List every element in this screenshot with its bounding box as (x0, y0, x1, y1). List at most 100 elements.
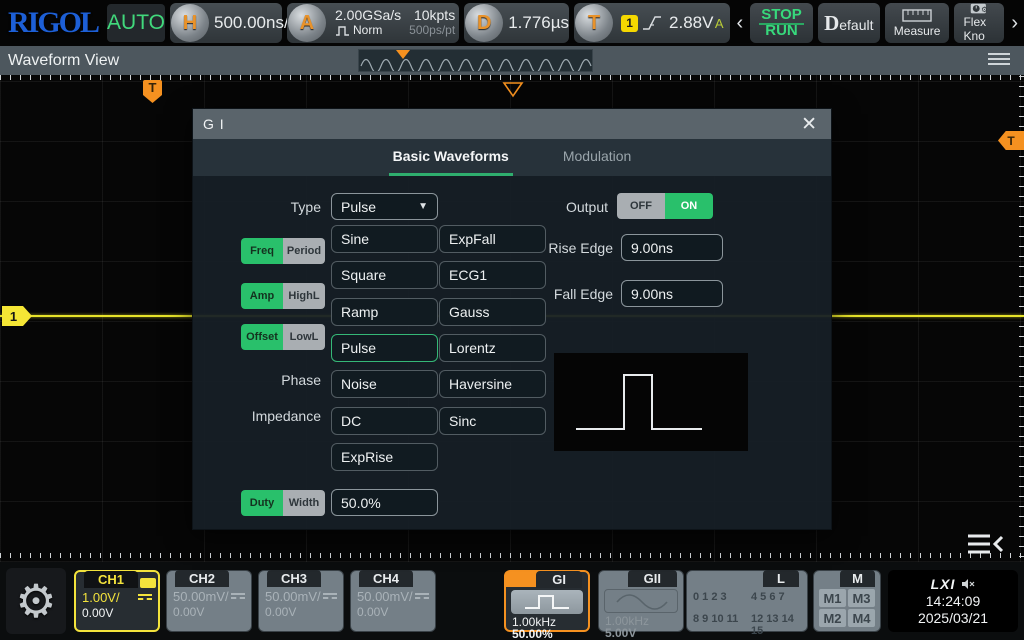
output-on[interactable]: ON (665, 193, 713, 219)
math-card[interactable]: M M1 M3 M2 M4 (813, 570, 881, 632)
duty-option[interactable]: Duty (241, 490, 283, 516)
waveform-option-gauss[interactable]: Gauss (439, 298, 546, 326)
waveform-view-bar: Waveform View (0, 46, 1024, 75)
sample-rate: 2.00GSa/s (335, 8, 401, 23)
measure-label: Measure (894, 24, 941, 38)
math1-button[interactable]: M1 (819, 589, 846, 607)
waveform-preview (554, 353, 748, 451)
channel4-card[interactable]: CH4 50.00mV/ 0.00V (350, 570, 436, 632)
freq-option[interactable]: Freq (241, 238, 283, 264)
generator1-tab[interactable]: GI (536, 571, 582, 588)
generator1-duty: 50.00% (512, 627, 553, 640)
duty-width-toggle[interactable]: Duty Width (241, 490, 325, 516)
channel3-tab[interactable]: CH3 (267, 570, 321, 587)
waveform-option-lorentz[interactable]: Lorentz (439, 334, 546, 362)
horizontal-scale: 500.00ns/ (214, 13, 289, 33)
waveform-option-haversine[interactable]: Haversine (439, 370, 546, 398)
clock-time: 14:24:09 (926, 593, 981, 610)
fall-edge-input[interactable]: 9.00ns (621, 280, 723, 307)
duty-input[interactable]: 50.0% (331, 489, 438, 516)
logic-tab[interactable]: L (763, 570, 799, 587)
channel1-tab[interactable]: CH1 (84, 571, 138, 588)
rise-edge-label: Rise Edge (543, 240, 613, 256)
channel3-card[interactable]: CH3 50.00mV/ 0.00V (258, 570, 344, 632)
waveform-option-sinc[interactable]: Sinc (439, 407, 546, 435)
delay-settings[interactable]: D 1.776µs (464, 3, 569, 43)
channel2-scale: 50.00mV/ (173, 589, 229, 604)
rising-edge-icon (641, 13, 663, 33)
type-dropdown[interactable]: Pulse ▼ (331, 193, 438, 220)
waveform-option-dc[interactable]: DC (331, 407, 438, 435)
speaker-mute-icon (961, 578, 975, 590)
trigger-position-flag[interactable]: T (143, 80, 162, 103)
amp-option[interactable]: Amp (241, 283, 283, 309)
collapse-menu-icon[interactable] (964, 531, 1006, 557)
waveform-option-exprise[interactable]: ExpRise (331, 443, 438, 471)
toolbar-scroll-left[interactable]: ‹ (735, 12, 746, 35)
waveform-option-ramp[interactable]: Ramp (331, 298, 438, 326)
channel2-card[interactable]: CH2 50.00mV/ 0.00V (166, 570, 252, 632)
dialog-title: G I (203, 116, 797, 132)
waveform-option-noise[interactable]: Noise (331, 370, 438, 398)
output-toggle[interactable]: OFF ON (617, 193, 713, 219)
acquisition-mode-indicator[interactable]: AUTO (107, 4, 165, 42)
trigger-level-marker[interactable]: T (998, 131, 1024, 150)
run-stop-button[interactable]: STOP RUN (750, 3, 813, 43)
channel1-card[interactable]: CH1 1.00V/ 0.00V (74, 570, 160, 632)
lowl-option[interactable]: LowL (283, 324, 325, 350)
tab-basic-waveforms[interactable]: Basic Waveforms (389, 139, 513, 176)
trigger-center-marker[interactable] (502, 81, 524, 99)
channel4-tab[interactable]: CH4 (359, 570, 413, 587)
output-off[interactable]: OFF (617, 193, 665, 219)
waveform-option-sine[interactable]: Sine (331, 225, 438, 253)
generator1-card[interactable]: GI 1.00kHz 50.00% (504, 570, 590, 632)
acquire-knob[interactable]: A (288, 4, 326, 42)
lxi-label: LXI (931, 576, 956, 593)
math2-button[interactable]: M2 (819, 609, 846, 627)
waveform-option-ecg1[interactable]: ECG1 (439, 261, 546, 289)
menu-icon[interactable] (988, 53, 1010, 65)
generator1-icon-box (511, 590, 583, 614)
dialog-header[interactable]: G I ✕ (193, 109, 831, 139)
waveform-option-square[interactable]: Square (331, 261, 438, 289)
width-option[interactable]: Width (283, 490, 325, 516)
offset-lowl-toggle[interactable]: Offset LowL (241, 324, 325, 350)
toolbar-scroll-right[interactable]: › (1009, 12, 1020, 35)
flex-knob-button[interactable]: ⚙ Flex Kno (954, 3, 1004, 43)
math-tab[interactable]: M (840, 570, 875, 587)
output-label: Output (518, 199, 608, 215)
acquire-settings[interactable]: A 2.00GSa/s Norm 10kpts 500ps/pt (287, 3, 459, 43)
waveform-option-expfall[interactable]: ExpFall (439, 225, 546, 253)
period-option[interactable]: Period (283, 238, 325, 264)
freq-period-toggle[interactable]: Freq Period (241, 238, 325, 264)
timebase-overview-strip[interactable] (358, 49, 593, 72)
channel1-marker[interactable]: 1 (2, 306, 32, 326)
logic-card[interactable]: L 0 1 2 3 4 5 6 7 8 9 10 11 12 13 14 15 (686, 570, 808, 632)
close-icon[interactable]: ✕ (797, 115, 821, 134)
default-initial: D (824, 11, 839, 35)
overview-trigger-marker[interactable] (396, 50, 410, 59)
status-box[interactable]: LXI 14:24:09 2025/03/21 (888, 570, 1018, 632)
math3-button[interactable]: M3 (848, 589, 875, 607)
delay-knob[interactable]: D (465, 4, 503, 42)
measure-button[interactable]: Measure (885, 3, 950, 43)
coupling-icon (323, 593, 337, 601)
generator2-tab[interactable]: GII (628, 570, 677, 587)
waveform-option-pulse[interactable]: Pulse (331, 334, 438, 362)
trigger-settings[interactable]: T 1 2.88V A (574, 3, 729, 43)
generator2-card[interactable]: GII 1.00kHz 5.00V (598, 570, 684, 632)
amp-highl-toggle[interactable]: Amp HighL (241, 283, 325, 309)
offset-option[interactable]: Offset (241, 324, 283, 350)
rise-edge-input[interactable]: 9.00ns (621, 234, 723, 261)
channel2-tab[interactable]: CH2 (175, 570, 229, 587)
highl-option[interactable]: HighL (283, 283, 325, 309)
acquire-mode: Norm (353, 23, 382, 38)
math4-button[interactable]: M4 (848, 609, 875, 627)
default-button[interactable]: Default (818, 3, 880, 43)
channel2-offset: 0.00V (173, 605, 245, 619)
trigger-knob[interactable]: T (575, 4, 613, 42)
system-menu-button[interactable]: ⚙ (6, 568, 66, 634)
horizontal-knob[interactable]: H (171, 4, 209, 42)
horizontal-settings[interactable]: H 500.00ns/ (170, 3, 282, 43)
tab-modulation[interactable]: Modulation (559, 139, 636, 176)
